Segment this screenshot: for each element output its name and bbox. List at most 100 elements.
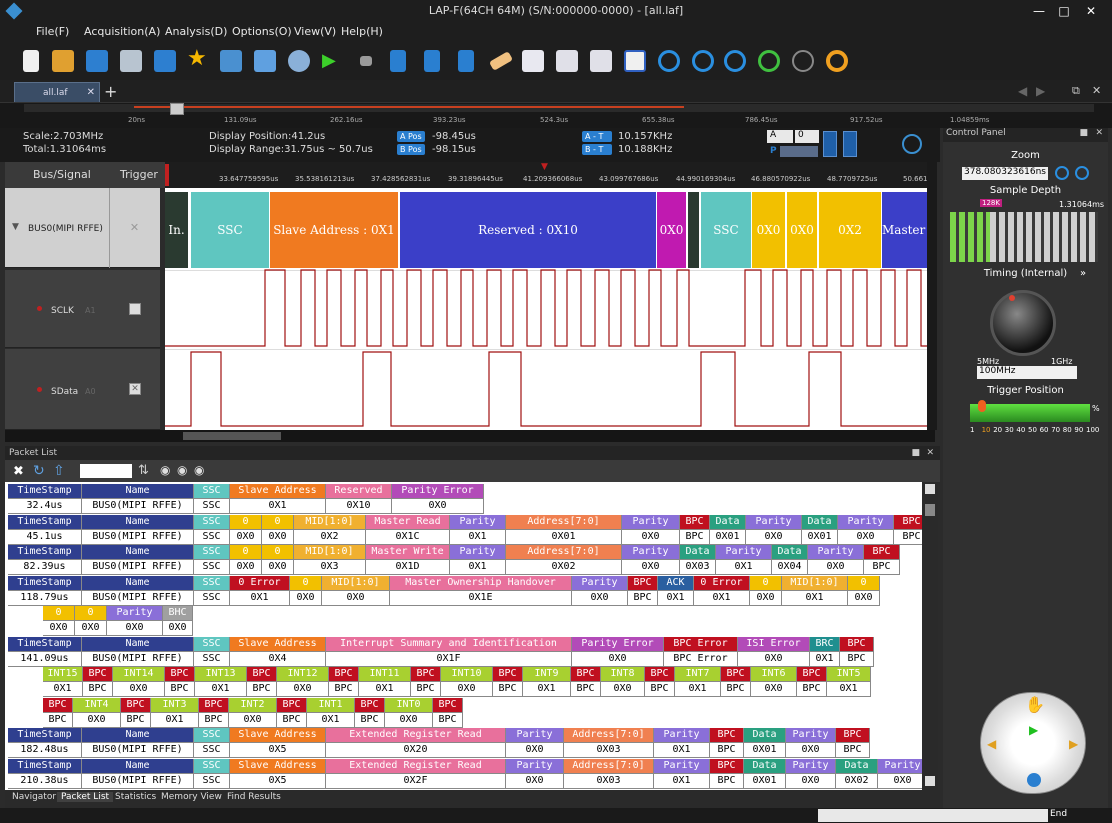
add-tab-icon[interactable]: + — [104, 82, 117, 101]
tab-statistics[interactable]: Statistics — [115, 792, 156, 802]
restore-doc-icon[interactable]: ⧉ — [1072, 84, 1080, 98]
copy-icon[interactable] — [556, 50, 578, 72]
save-icon[interactable] — [86, 50, 108, 72]
tab-all-laf[interactable]: all.laf ✕ — [14, 82, 100, 102]
document-list-icon[interactable] — [522, 50, 544, 72]
packet-list-table[interactable]: TimeStamp Name SSC Slave Address Reserved Par… — [5, 482, 922, 790]
wave-vscroll[interactable] — [927, 162, 937, 430]
bus-segment[interactable]: 0X2 — [819, 192, 881, 268]
sclk-row[interactable]: SCLK A1 — [5, 270, 160, 348]
menu-file[interactable]: File(F) — [36, 25, 69, 38]
scroll-down-icon[interactable] — [925, 776, 935, 786]
scroll-thumb[interactable] — [183, 432, 281, 440]
close-tab-icon[interactable]: ✕ — [87, 83, 95, 103]
run-icon[interactable]: ▶ — [322, 50, 344, 72]
zoom-reset-icon[interactable] — [758, 50, 780, 72]
tab-scroll-left-icon[interactable]: ◀ — [1018, 84, 1027, 98]
nav-left-icon[interactable]: ◀ — [987, 737, 996, 751]
cursor-select-0[interactable]: 0 — [795, 130, 819, 143]
cursor-a-lock-icon[interactable] — [823, 131, 837, 157]
bus-segment[interactable]: SSC — [701, 192, 751, 268]
close-button[interactable]: ✕ — [1082, 3, 1100, 19]
tab-memory-view[interactable]: Memory View — [161, 792, 222, 802]
nav-play-icon[interactable]: ▶ — [1029, 723, 1038, 737]
expand-bus-icon[interactable]: ▼ — [12, 222, 19, 232]
zoom-in-icon[interactable] — [658, 50, 680, 72]
stop-icon[interactable] — [360, 56, 372, 66]
export-icon[interactable]: ⇧ — [53, 463, 65, 479]
bus-trigger-cell[interactable]: ✕ — [109, 188, 159, 268]
sdata-trigger-icon[interactable]: ✕ — [129, 383, 141, 395]
zoom-select[interactable]: 378.080323616ns — [962, 167, 1048, 180]
bus-segment[interactable]: Slave Address : 0X1 — [270, 192, 398, 268]
binary-view-icon[interactable] — [624, 50, 646, 72]
cursor-add-icon[interactable] — [390, 50, 406, 72]
open-folder-icon[interactable] — [52, 50, 74, 72]
bus-segment[interactable] — [688, 192, 699, 268]
bus-segment[interactable]: Reserved : 0X10 — [400, 192, 656, 268]
p-input[interactable] — [780, 146, 818, 157]
zoom-in-panel-icon[interactable] — [1055, 166, 1069, 180]
cursor-a-icon[interactable] — [424, 50, 440, 72]
cursor-b-lock-icon[interactable] — [843, 131, 857, 157]
time-ruler[interactable]: ▼ 33.647759595us 35.538161213us 37.42856… — [165, 162, 928, 188]
cursor-select-a[interactable]: A — [767, 130, 793, 143]
tab-navigator[interactable]: Navigator — [12, 792, 56, 802]
bus-segment[interactable]: 0X0 — [657, 192, 686, 268]
minimize-button[interactable]: — — [1030, 3, 1048, 19]
sclk-trigger-edge-icon[interactable] — [129, 303, 141, 315]
clock-icon[interactable] — [902, 134, 922, 154]
nav-up-icon[interactable]: ✋ — [1025, 695, 1045, 714]
eraser-icon[interactable] — [488, 51, 514, 71]
timing-select[interactable]: 100MHz — [977, 366, 1077, 379]
maximize-button[interactable]: □ — [1055, 3, 1073, 19]
close-panel-icon[interactable]: ✕ — [1095, 128, 1103, 138]
zoom-out-icon[interactable] — [692, 50, 714, 72]
tab-find-results[interactable]: Find Results — [227, 792, 281, 802]
horizontal-scrollbar[interactable] — [5, 430, 935, 442]
overview-track[interactable] — [24, 103, 1094, 115]
navigation-pad[interactable]: ✋ ▶ ◀ ▶ — [980, 692, 1086, 794]
trigger-position-thumb[interactable] — [978, 400, 986, 412]
favorite-star-icon[interactable]: ★ — [187, 48, 209, 70]
clear-icon[interactable]: ✖ — [13, 464, 24, 479]
print-icon[interactable] — [120, 50, 142, 72]
find-next-icon[interactable]: ◉ — [194, 463, 204, 477]
menu-help[interactable]: Help(H) — [341, 25, 383, 38]
paste-icon[interactable] — [590, 50, 612, 72]
zoom-out-panel-icon[interactable] — [1075, 166, 1089, 180]
timing-expand-icon[interactable]: » — [1080, 268, 1086, 279]
cursor-b-icon[interactable] — [458, 50, 474, 72]
probe-icon[interactable] — [792, 50, 814, 72]
scroll-thumb-pl[interactable] — [925, 504, 935, 516]
bus-segment[interactable]: 0X0 — [787, 192, 817, 268]
tab-scroll-right-icon[interactable]: ▶ — [1036, 84, 1045, 98]
new-file-icon[interactable] — [23, 50, 39, 72]
save-settings-icon[interactable] — [154, 50, 176, 72]
bus-segment[interactable]: 0X0 — [752, 192, 785, 268]
nav-down-icon[interactable] — [1027, 773, 1041, 787]
sdata-row[interactable]: SData A0 ✕ — [5, 349, 160, 430]
channel-setup-icon[interactable] — [220, 50, 242, 72]
menu-view[interactable]: View(V) — [294, 25, 336, 38]
find-prev-icon[interactable]: ◉ — [177, 463, 187, 477]
pl-pin-icon[interactable]: ■ — [911, 446, 920, 460]
menu-acquisition[interactable]: Acquisition(A) — [84, 25, 160, 38]
sample-depth-bar[interactable] — [950, 212, 1098, 262]
tab-packet-list[interactable]: Packet List — [57, 792, 114, 802]
tools-icon[interactable] — [254, 50, 276, 72]
packet-search-input[interactable] — [80, 464, 132, 478]
bus-segment[interactable]: In. — [165, 192, 188, 268]
bus-row[interactable]: ▼ BUS0(MIPI RFFE) ✕ — [5, 188, 160, 268]
sort-icon[interactable]: ⇅ — [138, 463, 149, 478]
menu-options[interactable]: Options(O) — [232, 25, 292, 38]
pin-icon[interactable]: ■ — [1079, 128, 1088, 138]
packet-list-scrollbar[interactable] — [922, 482, 938, 790]
settings-gear-icon[interactable] — [288, 50, 310, 72]
refresh-icon[interactable]: ↻ — [33, 463, 45, 479]
pl-close-icon[interactable]: ✕ — [926, 446, 934, 460]
zoom-fit-icon[interactable] — [724, 50, 746, 72]
menu-analysis[interactable]: Analysis(D) — [165, 25, 227, 38]
find-icon[interactable]: ◉ — [160, 463, 170, 477]
bus-segment[interactable]: Master R — [882, 192, 927, 268]
